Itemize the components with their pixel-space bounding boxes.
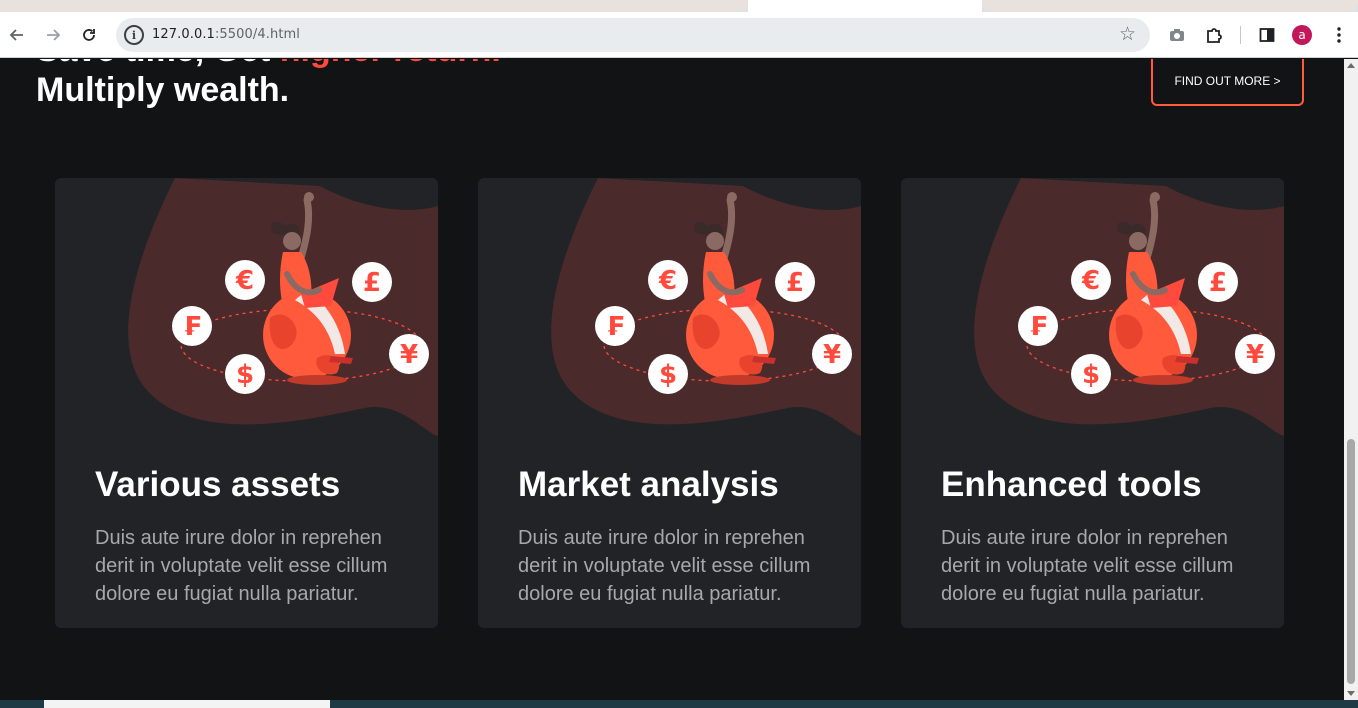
card-title: Various assets [95, 465, 341, 504]
scrollbar-thumb[interactable] [1347, 439, 1355, 684]
svg-text:£: £ [1209, 268, 1227, 298]
currency-coin-icon: ¥ [389, 334, 429, 374]
tab-strip [0, 0, 1358, 12]
globe-shadow [287, 375, 347, 385]
person-fist [1150, 192, 1160, 202]
address-bar[interactable]: i 127.0.0.1:5500/4.html ☆ [116, 18, 1150, 52]
site-info-icon[interactable]: i [124, 25, 144, 45]
hero-heading-accent: higher return. [280, 59, 501, 69]
card-description: Duis aute irure dolor in reprehen derit … [95, 527, 388, 605]
card-title: Enhanced tools [941, 465, 1202, 504]
hero-heading-line1: Save time, Get higher return. [36, 59, 501, 70]
svg-text:₣: ₣ [606, 312, 624, 342]
currency-coin-icon: £ [775, 262, 815, 302]
currency-coin-icon: $ [1071, 354, 1111, 394]
finance-illustration: € £ ₣ $ ¥ [128, 178, 438, 436]
finance-illustration: € £ ₣ $ ¥ [551, 178, 861, 436]
currency-coin-icon: ₣ [172, 306, 212, 346]
scroll-up-arrow-icon[interactable] [1347, 63, 1355, 68]
extensions-puzzle-icon[interactable] [1201, 22, 1227, 48]
currency-coin-icon: ¥ [812, 334, 852, 374]
kebab-menu-icon[interactable] [1326, 22, 1352, 48]
browser-tab[interactable] [0, 0, 748, 12]
currency-coin-icon: € [225, 260, 265, 300]
currency-coin-icon: ₣ [1018, 306, 1058, 346]
reload-icon[interactable] [76, 22, 102, 48]
svg-text:£: £ [363, 268, 381, 298]
svg-text:₣: ₣ [1029, 312, 1047, 342]
currency-coin-icon: $ [648, 354, 688, 394]
browser-toolbar: i 127.0.0.1:5500/4.html ☆ a [0, 12, 1358, 58]
card-title: Market analysis [518, 465, 779, 504]
person-fist [727, 192, 737, 202]
currency-coin-icon: ₣ [595, 306, 635, 346]
svg-text:€: € [658, 266, 677, 296]
page-scrollbar[interactable] [1344, 59, 1358, 700]
currency-coin-icon: € [1071, 260, 1111, 300]
feature-card: € £ ₣ $ ¥ Market analysis Duis aute irure do… [478, 178, 861, 628]
person-fist [304, 192, 314, 202]
finance-illustration: € £ ₣ $ ¥ [974, 178, 1284, 436]
svg-text:¥: ¥ [1246, 340, 1264, 370]
currency-coin-icon: $ [225, 354, 265, 394]
forward-arrow-icon[interactable] [40, 22, 66, 48]
svg-text:₣: ₣ [183, 312, 201, 342]
svg-text:€: € [235, 266, 254, 296]
card-description: Duis aute irure dolor in reprehen derit … [941, 527, 1234, 605]
currency-coin-icon: € [648, 260, 688, 300]
person-head [283, 232, 301, 250]
feature-card: € £ ₣ $ ¥ Enhanced tools Duis aute irure dol… [901, 178, 1284, 628]
globe-shadow [710, 375, 770, 385]
svg-text:¥: ¥ [823, 340, 841, 370]
os-taskbar [0, 700, 1358, 708]
scroll-down-arrow-icon[interactable] [1347, 691, 1355, 696]
hero-heading-line2: Multiply wealth. [36, 71, 290, 109]
svg-text:$: $ [1082, 360, 1100, 390]
currency-coin-icon: ¥ [1235, 334, 1275, 374]
url-text[interactable]: 127.0.0.1:5500/4.html [152, 27, 300, 42]
browser-tab-active[interactable] [748, 0, 982, 12]
card-description: Duis aute irure dolor in reprehen derit … [518, 527, 811, 605]
back-arrow-icon[interactable] [4, 22, 30, 48]
find-out-more-button[interactable]: FIND OUT MORE > [1151, 59, 1304, 106]
camera-icon[interactable] [1164, 22, 1190, 48]
globe-shadow [1133, 375, 1193, 385]
web-page: Save time, Get higher return. Multiply w… [0, 59, 1344, 700]
person-head [706, 232, 724, 250]
svg-text:€: € [1081, 266, 1100, 296]
person-head [1129, 232, 1147, 250]
currency-coin-icon: £ [1198, 262, 1238, 302]
toolbar-divider [1240, 26, 1241, 44]
svg-text:$: $ [659, 360, 677, 390]
svg-text:£: £ [786, 268, 804, 298]
svg-text:$: $ [236, 360, 254, 390]
bookmark-star-icon[interactable]: ☆ [1119, 23, 1136, 45]
profile-avatar[interactable]: a [1292, 25, 1312, 45]
browser-tab[interactable] [982, 0, 1358, 12]
svg-text:¥: ¥ [400, 340, 418, 370]
side-panel-icon[interactable] [1254, 22, 1280, 48]
feature-card: € £ ₣ $ ¥ Various assets Duis aute irure dol… [55, 178, 438, 628]
currency-coin-icon: £ [352, 262, 392, 302]
taskbar-window[interactable] [44, 700, 330, 708]
